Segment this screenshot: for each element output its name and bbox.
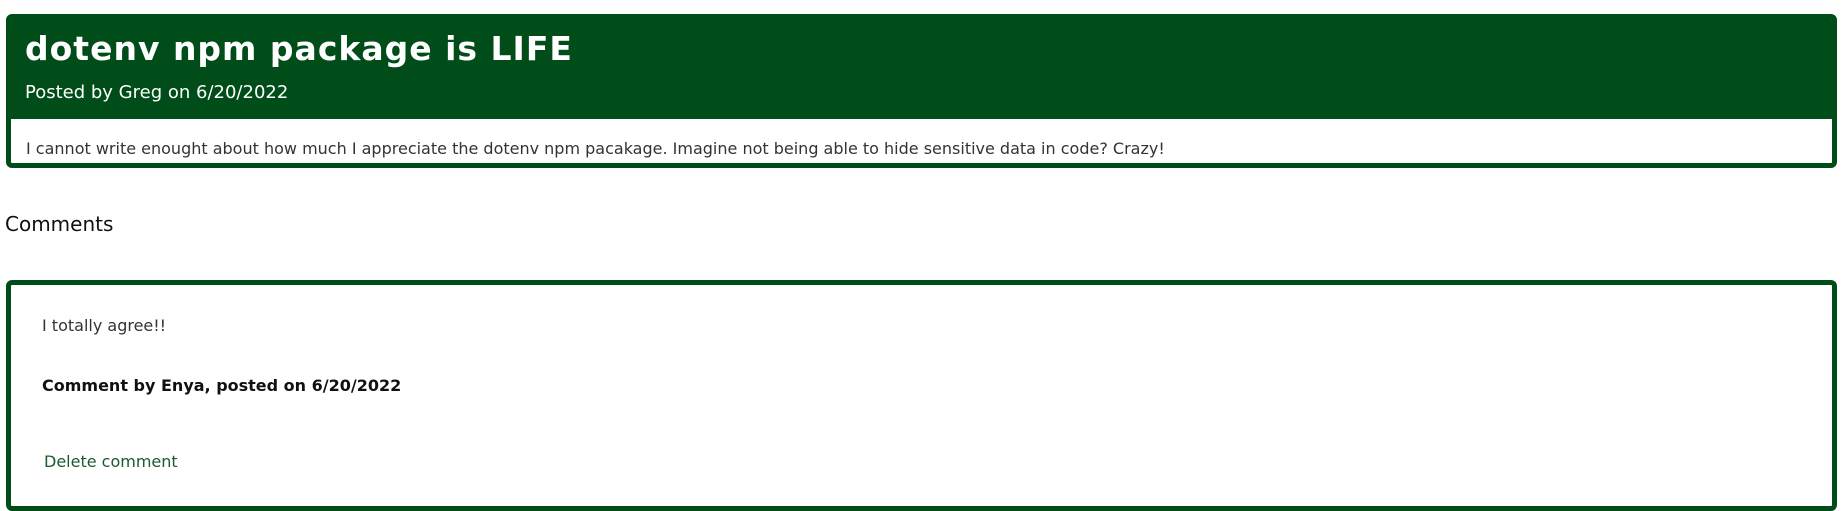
comments-heading: Comments [5, 212, 114, 236]
comment-card: I totally agree!! Comment by Enya, poste… [6, 280, 1837, 511]
post-header: dotenv npm package is LIFE Posted by Gre… [11, 19, 1832, 119]
comment-text: I totally agree!! [42, 316, 167, 335]
comment-meta: Comment by Enya, posted on 6/20/2022 [42, 376, 402, 395]
post-body: I cannot write enought about how much I … [26, 139, 1165, 158]
page: dotenv npm package is LIFE Posted by Gre… [0, 0, 1841, 511]
post-meta: Posted by Greg on 6/20/2022 [25, 82, 289, 104]
post-title: dotenv npm package is LIFE [25, 29, 573, 68]
post-card: dotenv npm package is LIFE Posted by Gre… [6, 14, 1837, 168]
delete-comment-button[interactable]: Delete comment [44, 452, 178, 471]
